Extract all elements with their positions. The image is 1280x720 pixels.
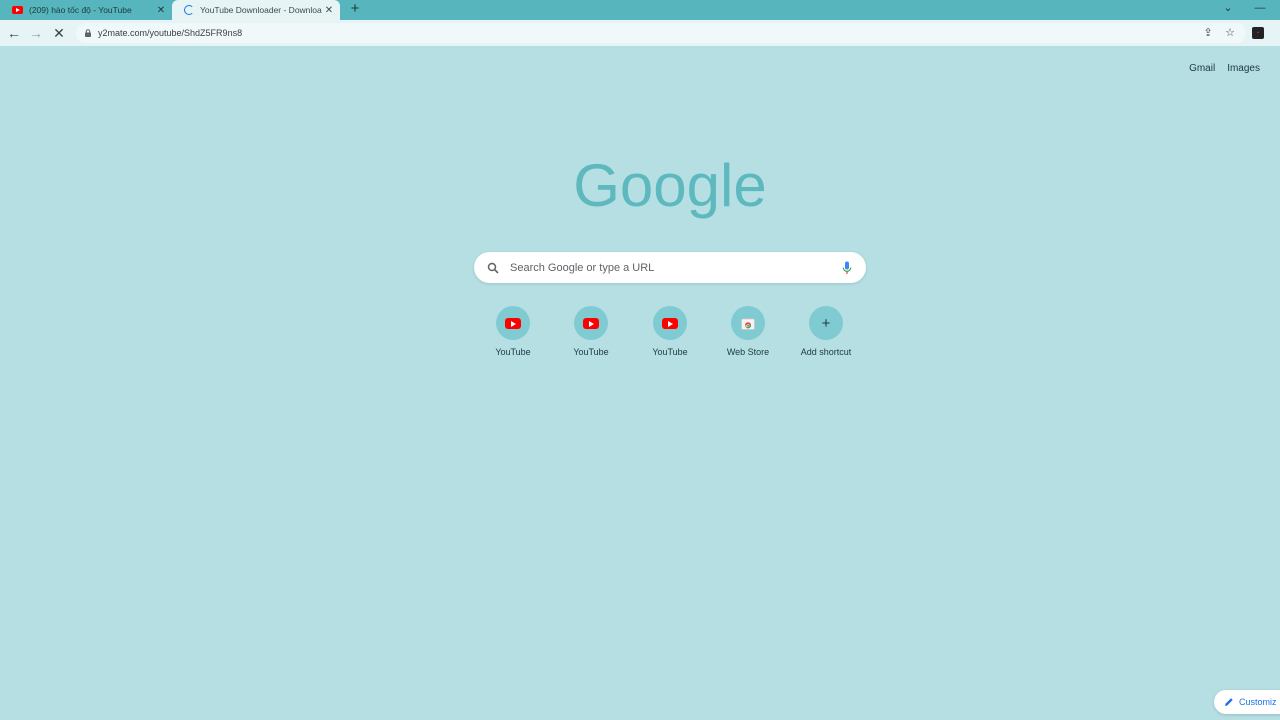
add-shortcut-button[interactable]: + Add shortcut — [787, 306, 865, 357]
pencil-icon — [1225, 698, 1233, 706]
plus-icon: + — [821, 314, 831, 332]
images-link[interactable]: Images — [1227, 63, 1260, 74]
back-button[interactable]: ← — [5, 24, 23, 42]
web-store-icon — [741, 317, 755, 330]
youtube-icon — [662, 317, 678, 329]
search-input[interactable]: Search Google or type a URL — [510, 262, 842, 274]
shortcut-web-store[interactable]: Web Store — [709, 306, 787, 357]
gmail-link[interactable]: Gmail — [1189, 63, 1215, 74]
tab-search-icon[interactable]: ⌄ — [1219, 0, 1237, 18]
svg-text:Google: Google — [573, 152, 766, 219]
shortcut-tile — [731, 306, 765, 340]
shortcut-label: YouTube — [495, 347, 531, 357]
shortcut-tile — [496, 306, 530, 340]
lock-icon — [85, 29, 91, 37]
new-tab-button[interactable]: + — [347, 1, 363, 17]
shortcut-tile — [653, 306, 687, 340]
shortcut-youtube[interactable]: YouTube — [552, 306, 630, 357]
bookmark-star-icon[interactable]: ☆ — [1222, 25, 1238, 41]
tab-youtube[interactable]: (209) hào tốc độ - YouTube ✕ — [0, 0, 172, 20]
close-tab-icon[interactable]: ✕ — [322, 5, 336, 16]
top-links: Gmail Images — [1189, 63, 1260, 74]
shortcut-label: YouTube — [652, 347, 688, 357]
forward-button[interactable]: → — [27, 24, 45, 42]
customize-chrome-button[interactable]: Customiz — [1214, 690, 1280, 714]
share-icon[interactable]: ⇪ — [1200, 25, 1216, 41]
youtube-icon — [12, 6, 23, 14]
minimize-button[interactable]: — — [1251, 0, 1269, 18]
address-bar[interactable]: y2mate.com/youtube/ShdZ5FR9ns8 — [76, 23, 1246, 43]
shortcuts-grid: YouTube YouTube YouTube Web Store + Add … — [474, 306, 866, 366]
tab-y2mate[interactable]: YouTube Downloader - Downloa ✕ — [172, 0, 340, 20]
tab-title: YouTube Downloader - Downloa — [200, 5, 322, 15]
customize-label: Customiz — [1239, 697, 1277, 707]
google-logo: Google — [573, 152, 766, 219]
toolbar: ← → ✕ y2mate.com/youtube/ShdZ5FR9ns8 ⇪ ☆ — [0, 20, 1280, 46]
shortcut-youtube[interactable]: YouTube — [631, 306, 709, 357]
url-text: y2mate.com/youtube/ShdZ5FR9ns8 — [98, 28, 243, 38]
youtube-icon — [583, 317, 599, 329]
search-box[interactable]: Search Google or type a URL — [474, 252, 866, 283]
shortcut-label: Add shortcut — [800, 347, 852, 357]
shortcut-tile: + — [809, 306, 843, 340]
tab-strip: (209) hào tốc độ - YouTube ✕ YouTube Dow… — [0, 0, 1280, 20]
shortcut-tile — [574, 306, 608, 340]
extension-icon[interactable]: ▪ — [1252, 27, 1264, 39]
stop-button[interactable]: ✕ — [50, 24, 68, 42]
shortcut-label: Web Store — [726, 347, 770, 357]
tab-title: (209) hào tốc độ - YouTube — [29, 5, 132, 15]
shortcut-label: YouTube — [573, 347, 609, 357]
search-icon — [487, 262, 499, 274]
close-tab-icon[interactable]: ✕ — [154, 5, 168, 16]
shortcut-youtube[interactable]: YouTube — [474, 306, 552, 357]
loading-spinner-icon — [184, 5, 194, 15]
microphone-icon[interactable] — [842, 261, 852, 275]
youtube-icon — [505, 317, 521, 329]
